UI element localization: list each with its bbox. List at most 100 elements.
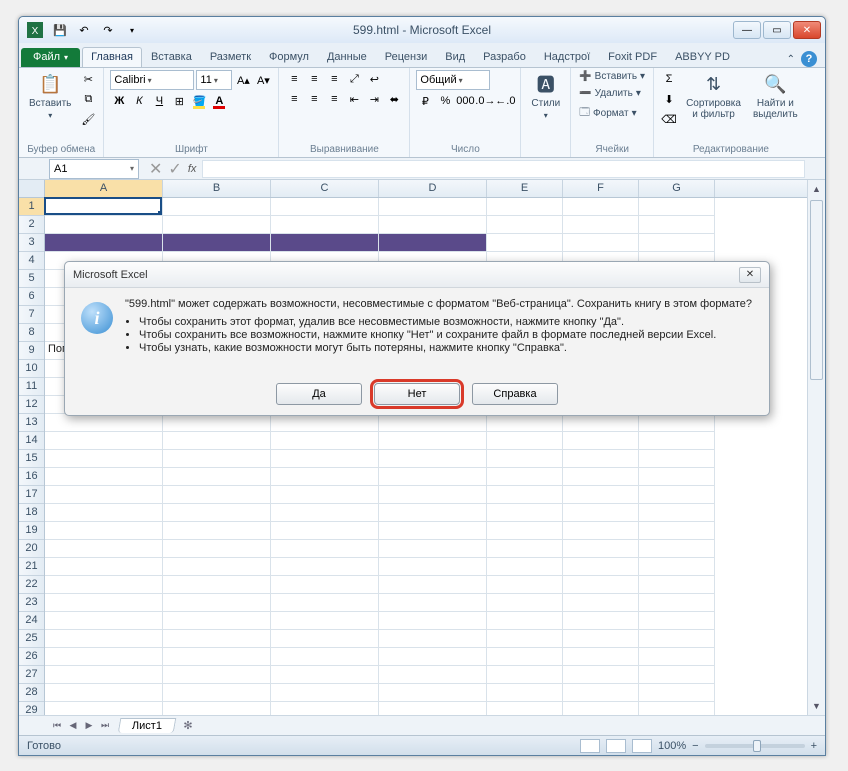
cell[interactable] (271, 702, 379, 715)
row-header[interactable]: 5 (19, 270, 44, 288)
scroll-thumb[interactable] (810, 200, 823, 380)
cell[interactable] (163, 594, 271, 612)
cell[interactable] (379, 540, 487, 558)
column-header[interactable]: E (487, 180, 563, 197)
row-header[interactable]: 4 (19, 252, 44, 270)
autosum-icon[interactable]: Σ (660, 70, 678, 88)
cell[interactable] (271, 504, 379, 522)
cell[interactable] (163, 576, 271, 594)
select-all-corner[interactable] (19, 180, 45, 198)
cell[interactable] (563, 198, 639, 216)
cell[interactable] (45, 630, 163, 648)
dialog-yes-button[interactable]: Да (276, 383, 362, 405)
cell[interactable] (379, 198, 487, 216)
row-header[interactable]: 7 (19, 306, 44, 324)
cell[interactable] (487, 468, 563, 486)
format-cells-button[interactable]: 🗔Формат ▾ (577, 104, 647, 123)
format-painter-icon[interactable]: 🖌 (79, 110, 97, 128)
cell[interactable] (379, 432, 487, 450)
cell[interactable] (639, 522, 715, 540)
tab-home[interactable]: Главная (82, 47, 142, 67)
cell[interactable] (639, 414, 715, 432)
underline-button[interactable]: Ч (150, 92, 168, 110)
cell[interactable] (163, 648, 271, 666)
cell[interactable] (639, 216, 715, 234)
cell[interactable] (563, 612, 639, 630)
view-normal-icon[interactable] (580, 739, 600, 753)
window-close-button[interactable]: ✕ (793, 21, 821, 39)
row-header[interactable]: 18 (19, 504, 44, 522)
cell[interactable] (45, 432, 163, 450)
tab-view[interactable]: Вид (436, 47, 474, 67)
column-headers[interactable]: ABCDEFG (45, 180, 807, 198)
comma-icon[interactable]: 000 (456, 92, 474, 110)
cell[interactable] (487, 576, 563, 594)
cell[interactable] (379, 414, 487, 432)
cell[interactable] (379, 684, 487, 702)
cut-icon[interactable]: ✂ (79, 70, 97, 88)
cell[interactable] (163, 468, 271, 486)
cell[interactable] (163, 558, 271, 576)
cell[interactable] (45, 684, 163, 702)
cell[interactable] (45, 558, 163, 576)
tab-data[interactable]: Данные (318, 47, 376, 67)
cell[interactable] (563, 702, 639, 715)
cell[interactable] (163, 522, 271, 540)
cell[interactable] (45, 198, 163, 216)
window-maximize-button[interactable]: ▭ (763, 21, 791, 39)
dialog-close-button[interactable]: ✕ (739, 267, 761, 283)
cell[interactable] (563, 234, 639, 252)
scroll-down-icon[interactable]: ▼ (808, 697, 825, 715)
help-icon[interactable]: ? (801, 51, 817, 67)
cancel-formula-icon[interactable]: ✕ (149, 159, 162, 179)
cell[interactable] (271, 486, 379, 504)
cell[interactable] (45, 648, 163, 666)
cell[interactable] (639, 666, 715, 684)
font-size-select[interactable]: 11▾ (196, 70, 232, 90)
cell[interactable] (639, 234, 715, 252)
cell[interactable] (563, 468, 639, 486)
row-header[interactable]: 9 (19, 342, 44, 360)
tab-formulas[interactable]: Формул (260, 47, 318, 67)
cell[interactable] (379, 648, 487, 666)
percent-icon[interactable]: % (436, 92, 454, 110)
cell[interactable] (379, 702, 487, 715)
cell[interactable] (639, 450, 715, 468)
vertical-scrollbar[interactable]: ▲ ▼ (807, 180, 825, 715)
cell[interactable] (379, 450, 487, 468)
row-header[interactable]: 17 (19, 486, 44, 504)
cell[interactable] (271, 612, 379, 630)
zoom-slider[interactable] (705, 744, 805, 748)
copy-icon[interactable]: ⧉ (79, 90, 97, 108)
cell[interactable] (563, 432, 639, 450)
cell[interactable] (379, 486, 487, 504)
cell[interactable] (163, 198, 271, 216)
row-header[interactable]: 23 (19, 594, 44, 612)
currency-icon[interactable]: ₽ (416, 92, 434, 110)
row-header[interactable]: 20 (19, 540, 44, 558)
cell[interactable] (45, 216, 163, 234)
cell[interactable] (45, 468, 163, 486)
cell[interactable] (639, 504, 715, 522)
name-box[interactable]: A1▾ (49, 159, 139, 179)
cell[interactable] (639, 432, 715, 450)
cell[interactable] (271, 684, 379, 702)
column-header[interactable]: B (163, 180, 271, 197)
column-header[interactable]: A (45, 180, 163, 197)
cell[interactable] (563, 486, 639, 504)
row-headers[interactable]: 1234567891011121314151617181920212223242… (19, 198, 45, 715)
cell[interactable] (163, 630, 271, 648)
fill-color-icon[interactable]: 🪣 (190, 92, 208, 110)
cell[interactable] (163, 414, 271, 432)
row-header[interactable]: 8 (19, 324, 44, 342)
align-bottom-icon[interactable]: ≡ (325, 70, 343, 88)
cell[interactable] (45, 576, 163, 594)
cell[interactable] (379, 612, 487, 630)
cell[interactable] (487, 702, 563, 715)
row-header[interactable]: 25 (19, 630, 44, 648)
tab-layout[interactable]: Разметк (201, 47, 260, 67)
cell[interactable] (163, 216, 271, 234)
align-left-icon[interactable]: ≡ (285, 90, 303, 108)
cell[interactable] (163, 702, 271, 715)
cell[interactable] (487, 198, 563, 216)
